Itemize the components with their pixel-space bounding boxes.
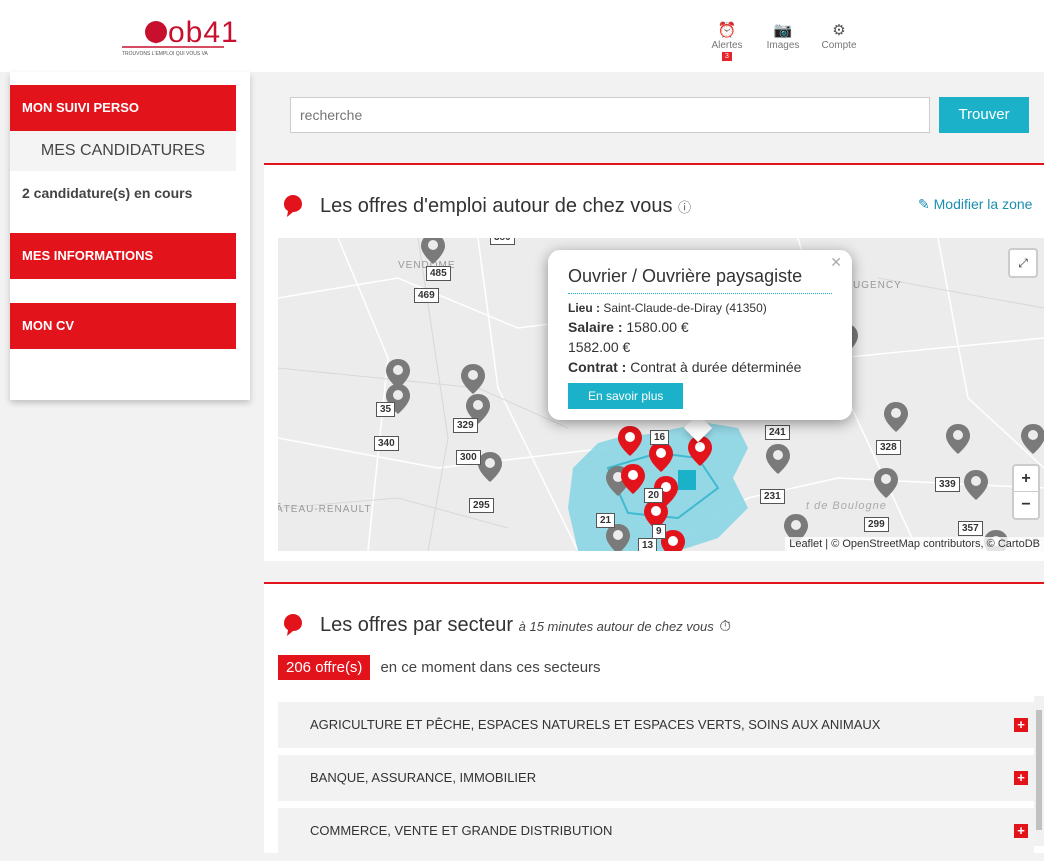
zoom-out-button[interactable]: − (1014, 492, 1038, 518)
lieu-value: Saint-Claude-de-Diray (41350) (603, 301, 767, 315)
popup-contrat: Contrat : Contrat à durée déterminée (568, 357, 832, 377)
close-icon[interactable]: ✕ (830, 254, 842, 271)
marker-count[interactable]: 35 (376, 402, 396, 417)
offer-count-badge: 206 offre(s) (278, 655, 371, 680)
logo-tagline: TROUVONS L'EMPLOI QUI VOUS VA (122, 51, 208, 57)
nav-images[interactable]: 📷 Images (762, 22, 804, 61)
contrat-value: Contrat à durée déterminée (630, 359, 802, 375)
marker-count[interactable]: 13 (638, 538, 658, 551)
map-section-title: Les offres d'emploi autour de chez vous … (320, 195, 691, 218)
sector-row[interactable]: AGRICULTURE ET PÊCHE, ESPACES NATURELS E… (278, 702, 1034, 748)
candidatures-status: 2 candidature(s) en cours (22, 185, 193, 201)
popup-title: Ouvrier / Ouvrière paysagiste (568, 266, 832, 294)
marker-count[interactable]: 295 (469, 498, 494, 513)
marker-count[interactable]: 299 (864, 517, 889, 532)
nav-images-label: Images (766, 40, 800, 51)
salaire-value: 1580.00 € (626, 319, 689, 335)
expand-icon: ⤢ (1018, 256, 1028, 270)
sector-scrollbar[interactable] (1034, 696, 1044, 846)
sidebar-item-candidatures[interactable]: MES CANDIDATURES (10, 131, 236, 171)
speech-bubble-icon (284, 195, 302, 217)
lieu-label: Lieu : (568, 301, 600, 315)
nav-alertes-label: Alertes (711, 40, 743, 51)
marker-count[interactable]: 9 (652, 524, 666, 539)
nav-compte[interactable]: ⚙ Compte (818, 22, 860, 61)
logo[interactable]: ob41 TROUVONS L'EMPLOI QUI VOUS VA (118, 10, 238, 62)
logo-text: ob41 (168, 16, 239, 49)
marker-count[interactable]: 329 (453, 418, 478, 433)
stopwatch-icon: ⏱ (719, 618, 732, 635)
sector-row[interactable]: COMMERCE, VENTE ET GRANDE DISTRIBUTION + (278, 808, 1034, 854)
sector-row[interactable]: BANQUE, ASSURANCE, IMMOBILIER + (278, 755, 1034, 801)
marker-count[interactable]: 241 (765, 425, 790, 440)
zoom-in-button[interactable]: + (1014, 466, 1038, 492)
map[interactable]: VENDÔME UGENCY ÂTEAU-RENAULT t de Boulog… (278, 238, 1044, 551)
marker-count[interactable]: 16 (650, 430, 670, 445)
nav-compte-label: Compte (821, 40, 857, 51)
offer-count-row: 206 offre(s) en ce moment dans ces secte… (278, 655, 601, 680)
gear-icon: ⚙ (832, 22, 846, 39)
sector-title-text: Les offres par secteur (320, 614, 514, 636)
marker-count[interactable]: 357 (958, 521, 983, 536)
job-popup: ✕ Ouvrier / Ouvrière paysagiste Lieu : S… (548, 250, 852, 420)
expand-plus-icon[interactable]: + (1014, 824, 1028, 838)
marker-count[interactable]: 20 (644, 488, 664, 503)
map-attribution: Leaflet | © OpenStreetMap contributors, … (785, 537, 1044, 551)
popup-lieu: Lieu : Saint-Claude-de-Diray (41350) (568, 300, 832, 317)
sidebar: MON SUIVI PERSO MES CANDIDATURES 2 candi… (10, 72, 250, 400)
info-icon[interactable]: ⓘ (678, 200, 691, 215)
modify-zone-link[interactable]: ✎ Modifier la zone (918, 196, 1032, 213)
top-bar: ob41 TROUVONS L'EMPLOI QUI VOUS VA ⏰ Ale… (0, 0, 1044, 72)
more-info-button[interactable]: En savoir plus (568, 383, 684, 409)
sidebar-item-cv[interactable]: MON CV (10, 303, 236, 349)
alarm-clock-icon: ⏰ (717, 22, 737, 39)
popup-salaire: Salaire : 1580.00 € (568, 317, 832, 337)
expand-plus-icon[interactable]: + (1014, 718, 1028, 732)
search-bar: Trouver (264, 78, 1044, 153)
marker-count[interactable]: 339 (935, 477, 960, 492)
sector-list: AGRICULTURE ET PÊCHE, ESPACES NATURELS E… (278, 702, 1034, 861)
marker-count[interactable]: 300 (456, 450, 481, 465)
sector-label: COMMERCE, VENTE ET GRANDE DISTRIBUTION (310, 823, 613, 838)
nav-alertes[interactable]: ⏰ Alertes 3 (706, 22, 748, 61)
top-nav: ⏰ Alertes 3 📷 Images ⚙ Compte (706, 22, 860, 61)
popup-salaire-max: 1582.00 € (568, 339, 631, 355)
camera-icon: 📷 (773, 22, 793, 39)
sidebar-item-informations[interactable]: MES INFORMATIONS (10, 233, 236, 279)
marker-count[interactable]: 21 (596, 513, 616, 528)
search-input[interactable] (290, 97, 930, 133)
fullscreen-button[interactable]: ⤢ (1008, 248, 1038, 278)
salaire-label: Salaire : (568, 319, 623, 335)
sector-section: Les offres par secteur à 15 minutes auto… (264, 582, 1044, 854)
map-section: Les offres d'emploi autour de chez vous … (264, 163, 1044, 561)
contrat-label: Contrat : (568, 359, 627, 375)
sector-label: AGRICULTURE ET PÊCHE, ESPACES NATURELS E… (310, 717, 881, 732)
marker-count[interactable]: 485 (426, 266, 451, 281)
marker-count[interactable]: 328 (876, 440, 901, 455)
marker-count[interactable]: 231 (760, 489, 785, 504)
marker-count[interactable]: 380 (490, 238, 515, 245)
marker-count[interactable]: 469 (414, 288, 439, 303)
modify-zone-label: Modifier la zone (933, 196, 1033, 212)
search-button[interactable]: Trouver (939, 97, 1029, 133)
zoom-control: + − (1012, 464, 1040, 520)
offer-count-text: en ce moment dans ces secteurs (380, 659, 601, 676)
sector-label: BANQUE, ASSURANCE, IMMOBILIER (310, 770, 537, 785)
pencil-icon: ✎ (918, 196, 930, 212)
marker-count[interactable]: 340 (374, 436, 399, 451)
map-section-title-text: Les offres d'emploi autour de chez vous (320, 195, 673, 217)
scrollbar-thumb[interactable] (1036, 710, 1042, 830)
alert-count-badge: 3 (722, 52, 732, 61)
sidebar-item-suivi-perso[interactable]: MON SUIVI PERSO (10, 85, 236, 131)
expand-plus-icon[interactable]: + (1014, 771, 1028, 785)
sector-subtitle: à 15 minutes autour de chez vous (518, 619, 714, 634)
speech-bubble-icon (284, 614, 302, 636)
sector-section-title: Les offres par secteur à 15 minutes auto… (320, 614, 731, 637)
